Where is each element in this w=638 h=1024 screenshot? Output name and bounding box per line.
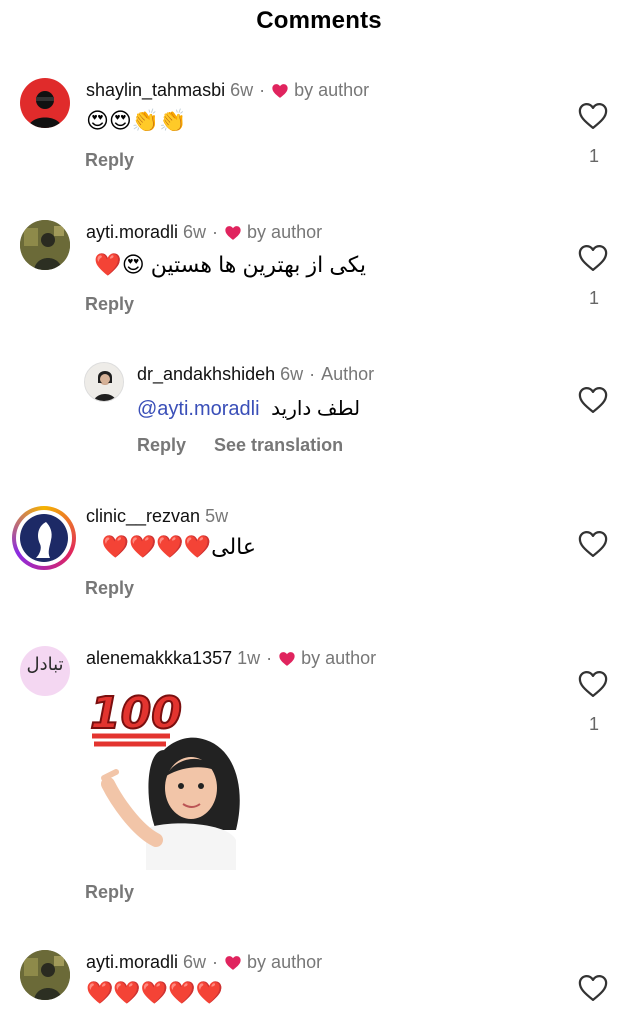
sticker-100-text: 100 [90, 688, 182, 739]
separator: · [266, 648, 273, 668]
timestamp: 1w [237, 648, 261, 668]
reply-button[interactable]: Reply [85, 294, 134, 315]
like-heart-icon[interactable] [578, 386, 608, 414]
author-tag: Author [321, 364, 375, 384]
separator: · [309, 364, 316, 384]
timestamp: 5w [205, 506, 229, 526]
sticker-image: 100 [86, 680, 266, 870]
comment-text: لطف دارید [271, 398, 361, 420]
comment-text: ❤️❤️❤️❤️❤️ [86, 980, 223, 1005]
author-badge: by author [294, 80, 370, 100]
avatar[interactable] [12, 506, 76, 570]
like-heart-icon[interactable] [578, 244, 608, 272]
reply-button[interactable]: Reply [85, 578, 134, 599]
see-translation-button[interactable]: See translation [214, 435, 343, 456]
comment-text: یکی از بهترین ها هستین 😍❤️ [94, 252, 366, 277]
username[interactable]: shaylin_tahmasbi [86, 80, 225, 101]
author-liked-heart-icon [278, 651, 296, 667]
author-liked-heart-icon [224, 955, 242, 971]
comment-text: عالی❤️❤️❤️❤️ [101, 534, 256, 559]
avatar-label: تبادل [26, 654, 64, 675]
reply-button[interactable]: Reply [85, 882, 134, 903]
timestamp: 6w [183, 222, 207, 242]
username[interactable]: ayti.moradli [86, 952, 178, 973]
reply-button[interactable]: Reply [85, 150, 134, 171]
username[interactable]: dr_andakhshideh [137, 364, 275, 385]
avatar[interactable] [20, 78, 70, 128]
timestamp: 6w [183, 952, 207, 972]
author-liked-heart-icon [271, 83, 289, 99]
username[interactable]: ayti.moradli [86, 222, 178, 243]
like-heart-icon[interactable] [578, 102, 608, 130]
username[interactable]: clinic__rezvan [86, 506, 200, 527]
avatar[interactable] [84, 362, 124, 402]
like-count[interactable]: 1 [584, 146, 604, 167]
comment-text: 😍😍👏👏 [86, 108, 187, 133]
author-badge: by author [301, 648, 377, 668]
avatar[interactable]: تبادل [20, 646, 70, 696]
mention-link[interactable]: @ayti.moradli [137, 398, 260, 420]
header: Comments [0, 0, 638, 42]
timestamp: 6w [280, 364, 304, 384]
separator: · [259, 80, 266, 100]
avatar[interactable] [20, 950, 70, 1000]
separator: · [212, 952, 219, 972]
reply-button[interactable]: Reply [137, 435, 186, 456]
like-count[interactable]: 1 [584, 714, 604, 735]
like-heart-icon[interactable] [578, 530, 608, 558]
author-badge: by author [247, 222, 323, 242]
like-heart-icon[interactable] [578, 974, 608, 1002]
avatar[interactable] [20, 220, 70, 270]
like-heart-icon[interactable] [578, 670, 608, 698]
author-badge: by author [247, 952, 323, 972]
timestamp: 6w [230, 80, 254, 100]
separator: · [212, 222, 219, 242]
like-count[interactable]: 1 [584, 288, 604, 309]
page-title: Comments [256, 7, 382, 34]
username[interactable]: alenemakkka1357 [86, 648, 232, 669]
author-liked-heart-icon [224, 225, 242, 241]
